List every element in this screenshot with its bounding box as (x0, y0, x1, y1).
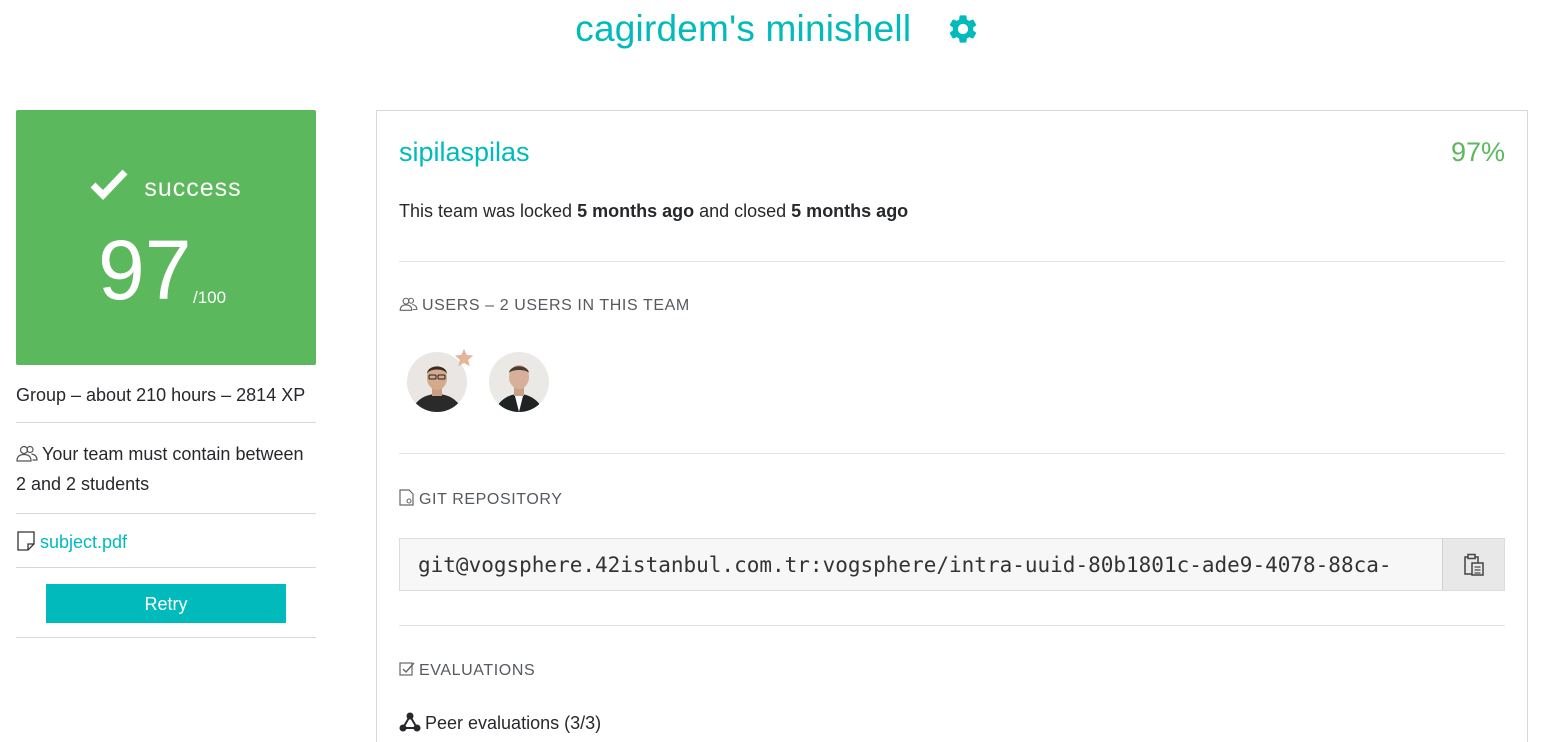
project-summary: Group – about 210 hours – 2814 XP (16, 365, 316, 423)
users-header-label: USERS – 2 USERS IN THIS TEAM (422, 297, 690, 314)
peer-evaluations[interactable]: Peer evaluations (3/3) (399, 712, 601, 734)
project-sidebar: success 97 /100 Group – about 210 hours … (16, 110, 316, 638)
checkmark-icon (90, 169, 128, 201)
evaluations-header-label: EVALUATIONS (419, 662, 536, 679)
git-header-label: GIT REPOSITORY (419, 491, 563, 508)
team-name[interactable]: sipilaspilas (399, 137, 530, 168)
lock-prefix: This team was locked (399, 201, 578, 221)
avatar[interactable] (489, 352, 549, 412)
users-section-header: USERS – 2 USERS IN THIS TEAM (399, 297, 690, 315)
team-size-text: Your team must contain between 2 and 2 s… (16, 444, 304, 494)
copy-button[interactable] (1442, 539, 1504, 590)
clipboard-icon (1463, 553, 1484, 576)
subject-pdf-link[interactable]: subject.pdf (40, 532, 127, 552)
subject-row: subject.pdf (16, 514, 316, 568)
score-card: success 97 /100 (16, 110, 316, 365)
team-size-info: Your team must contain between 2 and 2 s… (16, 423, 316, 514)
score-max: /100 (193, 288, 227, 307)
divider (399, 261, 1505, 262)
divider (399, 453, 1505, 454)
locked-ago: 5 months ago (577, 201, 695, 221)
retry-button[interactable]: Retry (46, 584, 286, 623)
git-file-icon (399, 489, 414, 506)
users-icon (16, 445, 38, 462)
title-bar: cagirdem's minishell (0, 8, 1555, 60)
users-icon (399, 297, 418, 311)
evaluations-section-header: EVALUATIONS (399, 661, 535, 680)
final-score: 97 (98, 223, 192, 317)
document-icon (17, 531, 35, 551)
gear-icon[interactable] (946, 12, 980, 46)
star-icon (453, 347, 475, 369)
retry-row: Retry (16, 568, 316, 638)
checkbox-icon (399, 662, 415, 676)
team-percent: 97% (1450, 137, 1505, 167)
project-page: cagirdem's minishell success 97 /100 Gro… (0, 0, 1555, 742)
git-section-header: GIT REPOSITORY (399, 489, 563, 509)
team-lock-status: This team was locked 5 months ago and cl… (399, 201, 908, 222)
peer-evaluations-label: Peer evaluations (3/3) (425, 713, 602, 733)
team-panel: sipilaspilas 97% This team was locked 5 … (376, 110, 1528, 742)
project-title: cagirdem's minishell (575, 8, 912, 49)
lock-middle: and closed (694, 201, 792, 221)
status-row: success (16, 168, 316, 203)
closed-ago: 5 months ago (791, 201, 909, 221)
git-repository-box (399, 538, 1505, 591)
status-label: success (144, 174, 242, 202)
divider (399, 625, 1505, 626)
peer-network-icon (399, 712, 421, 732)
git-url-input[interactable] (400, 539, 1443, 590)
